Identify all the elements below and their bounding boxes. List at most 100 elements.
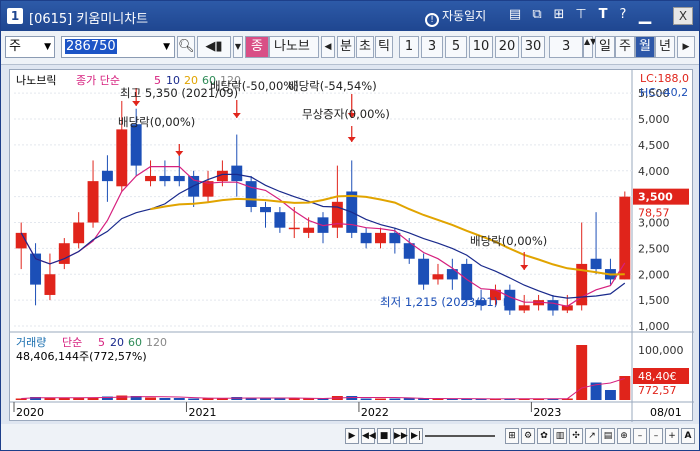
layout-icon[interactable]: ▤ [507,7,523,23]
market-value: 주 [9,39,21,54]
interval-10[interactable]: 10 [469,36,493,58]
candle-body [260,207,271,213]
period-minute[interactable]: 분 [337,36,355,58]
candle-body [101,170,113,182]
sound-button[interactable]: ◀▮ [197,36,231,58]
annotation-bonus: 무상증자(0,00%) [302,107,390,121]
volume-bar [576,345,588,400]
help-icon[interactable]: ? [615,7,631,23]
settings-icon[interactable]: ⚙ [521,428,535,444]
end-icon[interactable]: ▶| [409,428,423,444]
sound-dropdown[interactable]: ▼ [233,36,243,58]
chart-area[interactable]: 나노브릭 종가 단순 5 10 20 60 120 5,500 5,000 4,50… [9,69,694,422]
stock-name-display: 나노브 [269,36,319,58]
rewind-icon[interactable]: ◀◀ [361,428,376,444]
volume-bar [260,398,271,400]
candles [15,100,631,316]
current-price-value: 3,500 [638,191,673,204]
auto-journal-button[interactable]: ! 자동일지 [425,7,486,27]
interval-5[interactable]: 5 [445,36,467,58]
toolbar-more-arrow[interactable]: ▶ [677,36,695,58]
tab-week[interactable]: 주 [615,36,635,58]
print-icon[interactable]: ▤ [601,428,615,444]
interval-3[interactable]: 3 [421,36,443,58]
volume-period-60: 60 [128,336,142,349]
window-title: [0615] 키움미니차트 [29,12,149,27]
volume-bar [360,398,372,400]
volume-bar [375,398,386,400]
volume-current-pct: 772,57 [638,384,677,397]
volume-bar [116,395,128,400]
forward-icon[interactable]: ▶▶ [393,428,408,444]
market-select[interactable]: 주 ▼ [5,36,55,58]
stock-code-value: 286750 [65,39,117,54]
indicator-icon[interactable]: ▥ [553,428,567,444]
volume-ma-label: 단순 [62,336,82,349]
lc-label: LC:188,0 [640,72,689,85]
annotation-arrow-div-3-head [520,265,529,270]
period-tick[interactable]: 틱 [375,36,393,58]
grid-icon[interactable]: ⊞ [551,7,567,23]
annotation-div-1: 배당락(0,00%) [118,115,195,129]
count-value: 3 [562,39,571,54]
stock-code-input[interactable]: 286750 ▼ [61,36,175,58]
volume-bar [389,398,401,400]
chart-tool-icon[interactable]: ⊞ [505,428,519,444]
tools-icon[interactable]: ✣ [569,428,583,444]
chart-grid [10,70,694,422]
font-down-icon[interactable]: – [649,428,663,444]
count-stepper[interactable]: ▲▼ [583,36,596,58]
stock-chart[interactable]: 나노브릭 종가 단순 5 10 20 60 120 5,5005,0004,50… [10,70,694,422]
price-tick-label: 1,500 [638,294,670,307]
search-button[interactable]: 🔍︎ [177,36,195,58]
zoom-out-icon[interactable]: – [633,428,647,444]
font-up-icon[interactable]: + [665,428,679,444]
prev-arrow-icon[interactable]: ◀ [321,36,335,58]
period-second[interactable]: 초 [356,36,374,58]
minimize-icon[interactable]: ▁ [637,7,653,23]
text-icon[interactable]: T [595,7,611,23]
volume-tick-label: 100,000 [638,344,684,357]
speaker-icon: ◀▮ [205,39,223,54]
auto-journal-label: 자동일지 [442,9,487,23]
font-icon[interactable]: A [681,428,695,444]
pin-icon[interactable]: ⊤ [573,7,589,23]
tab-year[interactable]: 년 [655,36,675,58]
volume-ma-line [21,377,625,400]
arrow-tool-icon[interactable]: ↗ [585,428,599,444]
copy-icon[interactable]: ⧉ [529,7,545,23]
interval-30[interactable]: 30 [521,36,545,58]
stop-icon[interactable]: ■ [377,428,391,444]
candle-body [590,258,602,270]
interval-1[interactable]: 1 [399,36,419,58]
year-label: 2022 [361,406,389,419]
candle-body [44,274,56,295]
candle-body [87,181,99,223]
bottom-controls: ▶ ◀◀ ■ ▶▶ ▶| ⊞ ⚙ ✿ ▥ ✣ ↗ ▤ ⊕ – – + A [1,424,699,450]
count-input[interactable]: 3 [549,36,583,58]
volume-period-5: 5 [98,336,105,349]
price-tick-label: 5,000 [638,113,670,126]
zoom-in-icon[interactable]: ⊕ [617,428,631,444]
candle-body [145,175,156,182]
volume-current-value: 48,40€ [638,370,677,383]
volume-total: 48,406,144주(772,57%) [16,350,147,363]
candle-body [231,165,243,182]
candle-body [245,181,257,207]
volume-bar [446,399,458,400]
volume-bar [202,398,214,400]
candle-body [73,222,85,244]
clock-icon: ! [425,13,439,27]
gear-icon[interactable]: ✿ [537,428,551,444]
tab-day[interactable]: 일 [595,36,615,58]
annotation-arrow-max-head [132,101,141,106]
scroll-right-icon[interactable]: ▶ [345,428,359,444]
tab-month[interactable]: 월 [635,36,655,58]
candle-body [432,274,444,280]
close-button[interactable]: X [673,7,693,25]
price-tick-label: 4,000 [638,165,670,178]
candle-body [274,212,286,228]
zoom-slider[interactable] [425,435,495,437]
interval-20[interactable]: 20 [495,36,519,58]
candle-body [619,196,631,280]
